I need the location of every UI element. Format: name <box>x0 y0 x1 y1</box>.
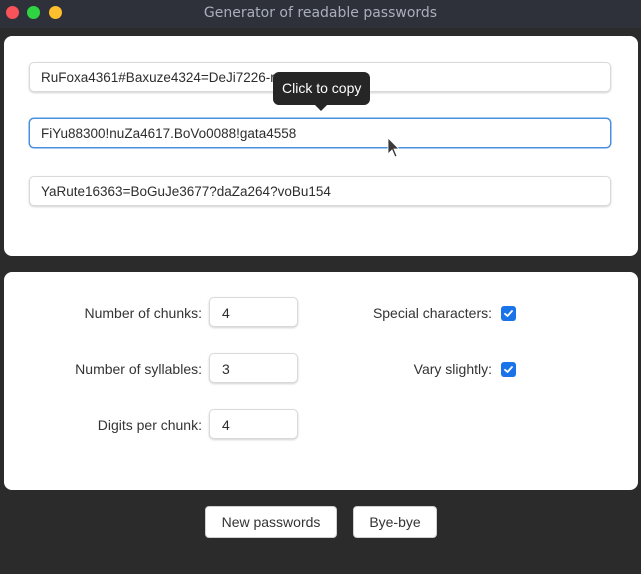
digits-label: Digits per chunk: <box>97 417 202 433</box>
syllables-label: Number of syllables: <box>75 361 202 377</box>
special-characters-checkbox[interactable] <box>501 306 516 321</box>
bye-bye-button[interactable]: Bye-bye <box>353 506 437 538</box>
password-field-2[interactable]: FiYu88300!nuZa4617.BoVo0088!gata4558 <box>29 118 611 148</box>
password-field-3[interactable]: YaRute16363=BoGuJe3677?daZa264?voBu154 <box>29 176 611 206</box>
new-passwords-button[interactable]: New passwords <box>205 506 337 538</box>
copy-tooltip: Click to copy <box>273 72 371 111</box>
vary-slightly-checkbox[interactable] <box>501 362 516 377</box>
passwords-panel: RuFoxa4361#Baxuze4324=DeJi7226-re74446 F… <box>4 36 638 256</box>
checkmark-icon <box>504 366 513 373</box>
special-characters-label: Special characters: <box>372 305 492 321</box>
vary-slightly-label: Vary slightly: <box>413 361 492 377</box>
mouse-cursor-icon <box>387 137 400 158</box>
title-bar: Generator of readable passwords <box>0 0 641 28</box>
syllables-input[interactable]: 3 <box>209 353 298 383</box>
chunks-label: Number of chunks: <box>84 305 203 321</box>
chunks-input[interactable]: 4 <box>209 297 298 327</box>
digits-input[interactable]: 4 <box>209 409 298 439</box>
window-title: Generator of readable passwords <box>203 5 438 21</box>
checkmark-icon <box>504 310 513 317</box>
settings-panel: Number of chunks: 4 Number of syllables:… <box>4 272 638 490</box>
